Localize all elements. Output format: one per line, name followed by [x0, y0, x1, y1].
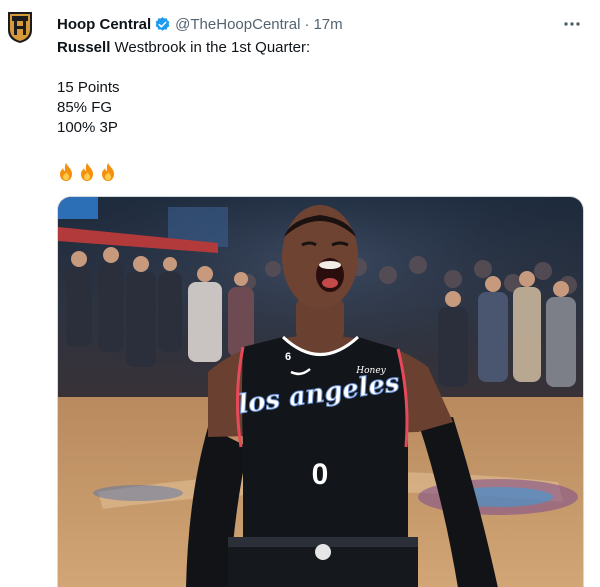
tweet-line-1: Russell Westbrook in the 1st Quarter: — [57, 38, 577, 58]
tweet-timestamp[interactable]: 17m — [313, 16, 342, 33]
tweet-photo[interactable]: los angeles 0 6 Honey — [57, 196, 584, 587]
tweet-header: Hoop Central @TheHoopCentral · 17m — [57, 14, 343, 34]
line-1-rest: Westbrook in the 1st Quarter: — [110, 39, 311, 56]
more-options-icon[interactable] — [562, 14, 582, 34]
stat-points: 15 Points — [57, 79, 120, 96]
tweet-text: Russell Westbrook in the 1st Quarter: 15… — [57, 38, 577, 182]
jersey-side-number: 6 — [285, 351, 291, 363]
stat-3p: 100% 3P — [57, 119, 118, 136]
highlighted-name: Russell — [57, 39, 111, 56]
author-handle[interactable]: @TheHoopCentral — [175, 16, 300, 33]
fire-emoji-icon — [102, 163, 114, 181]
verified-badge-icon — [154, 16, 171, 33]
avatar[interactable] — [0, 10, 40, 62]
fire-emoji-icon — [81, 163, 93, 181]
fire-emoji-icon — [60, 163, 72, 181]
separator-dot: · — [304, 15, 310, 33]
emoji-row — [57, 162, 577, 182]
jersey-brand: Honey — [355, 366, 386, 376]
stat-fg: 85% FG — [57, 99, 113, 116]
hoop-central-logo — [8, 12, 32, 43]
author-name[interactable]: Hoop Central — [57, 16, 151, 33]
westbrook-celebration-photo: los angeles 0 6 Honey — [58, 197, 583, 587]
jersey-number: 0 — [312, 458, 329, 491]
